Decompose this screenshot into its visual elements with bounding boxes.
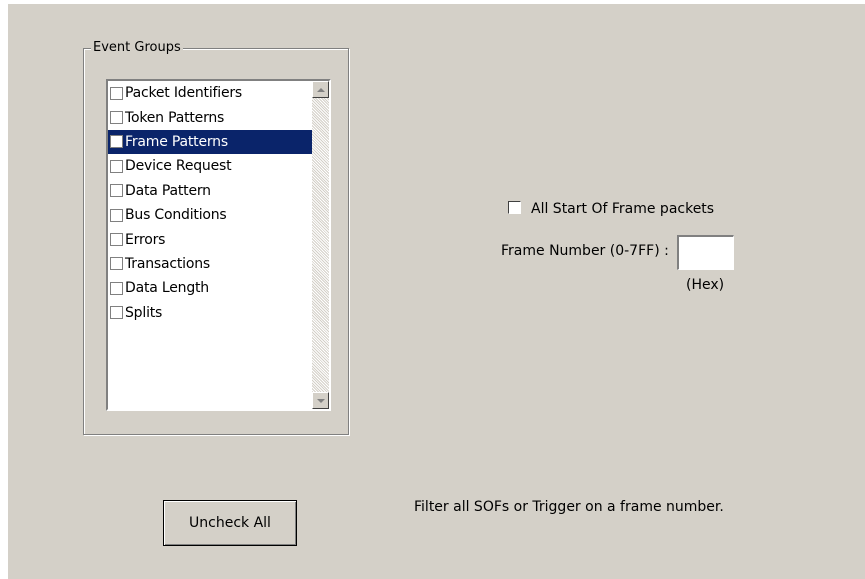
list-item-label: Token Patterns xyxy=(125,109,225,126)
event-groups-listbox[interactable]: Packet Identifiers Token Patterns Frame … xyxy=(106,79,331,411)
list-item-frame-patterns[interactable]: Frame Patterns xyxy=(108,129,312,155)
list-item-label: Data Pattern xyxy=(125,182,211,199)
frame-number-input[interactable] xyxy=(677,235,734,270)
list-item-label: Data Length xyxy=(125,280,209,297)
list-item-splits[interactable]: Splits xyxy=(108,301,312,325)
arrow-up-icon xyxy=(316,87,325,92)
list-item-label: Packet Identifiers xyxy=(125,85,243,102)
list-item-bus-conditions[interactable]: Bus Conditions xyxy=(108,203,312,227)
event-groups-title: Event Groups xyxy=(91,40,183,56)
checkbox-errors[interactable] xyxy=(110,233,123,247)
event-groups-list: Packet Identifiers Token Patterns Frame … xyxy=(108,81,312,409)
checkbox-device-request[interactable] xyxy=(110,159,123,173)
sof-label: All Start Of Frame packets xyxy=(531,201,715,217)
checkbox-data-pattern[interactable] xyxy=(110,184,123,198)
scroll-up-button[interactable] xyxy=(312,81,329,98)
list-item-label: Bus Conditions xyxy=(125,207,227,224)
list-item-label: Transactions xyxy=(125,255,210,272)
frame-number-label: Frame Number (0-7FF) : xyxy=(501,243,669,259)
hex-label: (Hex) xyxy=(686,277,725,293)
uncheck-all-button[interactable]: Uncheck All xyxy=(163,500,297,546)
list-item-label: Errors xyxy=(125,231,166,248)
arrow-down-icon xyxy=(316,398,325,403)
checkbox-packet-identifiers[interactable] xyxy=(110,86,123,100)
list-item-device-request[interactable]: Device Request xyxy=(108,154,312,178)
checkbox-data-length[interactable] xyxy=(110,281,123,295)
list-item-label: Device Request xyxy=(125,158,232,175)
checkbox-token-patterns[interactable] xyxy=(110,111,123,125)
scroll-down-button[interactable] xyxy=(312,392,329,409)
list-item-label: Splits xyxy=(125,304,163,321)
list-item-data-pattern[interactable]: Data Pattern xyxy=(108,179,312,203)
listbox-scrollbar[interactable] xyxy=(312,81,329,409)
list-item-data-length[interactable]: Data Length xyxy=(108,276,312,300)
checkbox-bus-conditions[interactable] xyxy=(110,208,123,222)
hint-text: Filter all SOFs or Trigger on a frame nu… xyxy=(414,499,724,515)
sof-checkbox[interactable] xyxy=(508,201,521,214)
list-item-transactions[interactable]: Transactions xyxy=(108,252,312,276)
checkbox-frame-patterns[interactable] xyxy=(110,135,123,149)
checkbox-transactions[interactable] xyxy=(110,257,123,271)
checkbox-splits[interactable] xyxy=(110,306,123,320)
list-item-label: Frame Patterns xyxy=(125,133,228,150)
list-item-token-patterns[interactable]: Token Patterns xyxy=(108,105,312,129)
list-item-packet-identifiers[interactable]: Packet Identifiers xyxy=(108,81,312,105)
list-item-errors[interactable]: Errors xyxy=(108,227,312,251)
